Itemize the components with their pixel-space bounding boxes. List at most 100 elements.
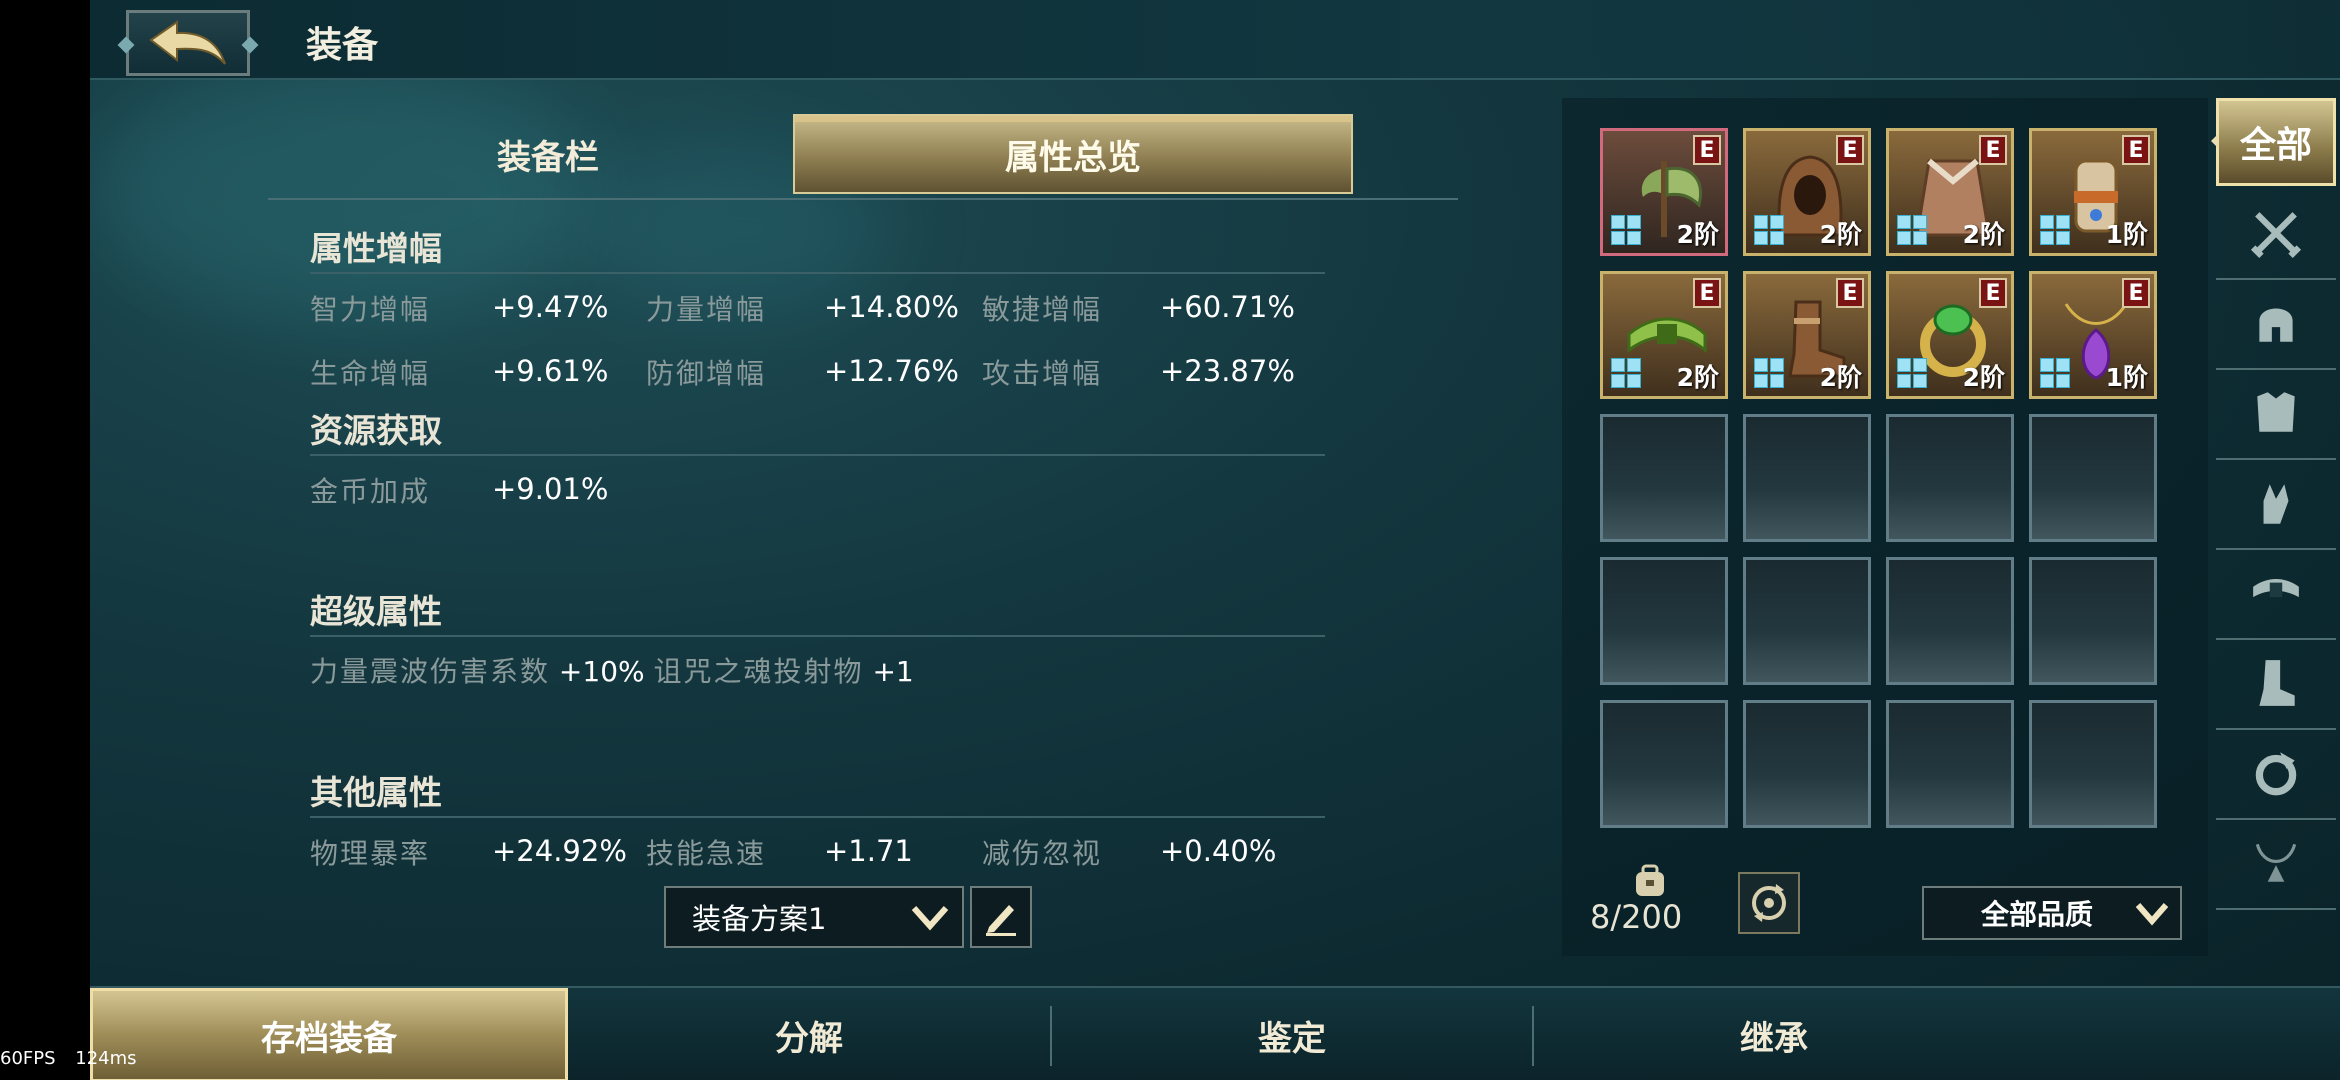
socket-dots-icon	[1897, 215, 1927, 245]
back-button[interactable]	[126, 10, 250, 76]
section-title-other: 其他属性	[310, 773, 442, 812]
stat-value: +9.01%	[492, 472, 609, 506]
inventory-empty-slot[interactable]	[1600, 414, 1728, 542]
stat-value: +9.61%	[492, 354, 609, 388]
inventory-item-slot[interactable]: E 1阶	[2029, 128, 2157, 256]
inventory-empty-slot[interactable]	[1743, 700, 1871, 828]
inventory-item-slot[interactable]: E 2阶	[1600, 128, 1728, 256]
tier-label: 2阶	[1819, 220, 1862, 249]
grade-badge: E	[1979, 135, 2007, 165]
stat-label: 敏捷增幅	[982, 293, 1103, 326]
tab-equipment-slots[interactable]: 装备栏	[268, 114, 828, 194]
tier-label: 2阶	[1819, 363, 1862, 392]
inventory-empty-slot[interactable]	[2029, 700, 2157, 828]
stat-label: 力量震波伤害系数	[310, 655, 551, 688]
stat-label: 攻击增幅	[982, 357, 1103, 390]
pencil-icon	[986, 905, 1016, 936]
crossed-swords-icon	[2250, 212, 2302, 259]
socket-dots-icon	[2040, 215, 2070, 245]
inventory-item-slot[interactable]: E 2阶	[1743, 128, 1871, 256]
helmet-icon	[2259, 308, 2293, 342]
quality-filter-select[interactable]: 全部品质	[1922, 886, 2182, 940]
refresh-icon	[1752, 884, 1786, 922]
chevron-down-icon	[2135, 903, 2169, 926]
tab-attribute-overview[interactable]: 属性总览	[793, 114, 1353, 194]
plan-select-value: 装备方案1	[692, 902, 827, 936]
grade-badge: E	[1979, 278, 2007, 308]
gauntlet-icon	[2263, 484, 2289, 524]
inventory-empty-slot[interactable]	[1600, 700, 1728, 828]
inventory-empty-slot[interactable]	[1886, 414, 2014, 542]
inventory-empty-slot[interactable]	[1743, 557, 1871, 685]
socket-dots-icon	[1754, 215, 1784, 245]
stat-label: 诅咒之魂投射物	[653, 655, 864, 688]
category-ring[interactable]	[2216, 728, 2336, 820]
inventory-item-slot[interactable]: E 2阶	[1600, 271, 1728, 399]
edit-plan-button[interactable]	[970, 886, 1032, 948]
inventory-item-slot[interactable]: E 1阶	[2029, 271, 2157, 399]
super-attribute-line: 力量震波伤害系数 +10% 诅咒之魂投射物 +1	[310, 650, 914, 690]
stat-value: +0.40%	[1160, 834, 1277, 868]
stat-value: +23.87%	[1160, 354, 1295, 388]
top-bar: 装备	[90, 0, 2340, 80]
latency-readout: 124ms	[75, 1048, 137, 1069]
stat-label: 生命增幅	[310, 357, 431, 390]
socket-dots-icon	[2040, 358, 2070, 388]
inventory-item-slot[interactable]: E 2阶	[1886, 128, 2014, 256]
grade-badge: E	[2122, 135, 2150, 165]
stat-value: +14.80%	[824, 290, 959, 324]
tier-label: 1阶	[2105, 363, 2148, 392]
category-all[interactable]: 全部	[2211, 98, 2336, 186]
socket-dots-icon	[1754, 358, 1784, 388]
category-crossed-swords[interactable]	[2216, 188, 2336, 280]
category-necklace[interactable]	[2216, 818, 2336, 910]
category-armor[interactable]	[2216, 368, 2336, 460]
auto-sort-button[interactable]	[1738, 872, 1800, 934]
inventory-item-slot[interactable]: E 2阶	[1743, 271, 1871, 399]
category-boot[interactable]	[2216, 638, 2336, 730]
inventory-empty-slot[interactable]	[1886, 557, 2014, 685]
section-title-amplify: 属性增幅	[310, 229, 442, 268]
bottom-nav: 存档装备 分解 鉴定 继承	[90, 986, 2340, 1080]
nav-identify[interactable]: 鉴定	[1052, 988, 1532, 1080]
category-helmet[interactable]	[2216, 278, 2336, 370]
belt-icon	[2253, 578, 2299, 598]
socket-dots-icon	[1897, 358, 1927, 388]
grade-badge: E	[1836, 278, 1864, 308]
nav-archive-equipment[interactable]: 存档装备	[90, 988, 568, 1080]
stat-value: +12.76%	[824, 354, 959, 388]
back-arrow-icon	[149, 20, 226, 65]
inventory-empty-slot[interactable]	[2029, 557, 2157, 685]
inventory-empty-slot[interactable]	[1886, 700, 2014, 828]
stat-value: +10%	[558, 655, 645, 688]
nav-inherit[interactable]: 继承	[1534, 988, 2014, 1080]
stat-value: +9.47%	[492, 290, 609, 324]
stat-value: +60.71%	[1160, 290, 1295, 324]
stat-label: 技能急速	[646, 837, 767, 870]
stat-label: 防御增幅	[646, 357, 767, 390]
debug-overlay: 60FPS 124ms	[0, 1048, 137, 1069]
stat-value: +1.71	[824, 834, 913, 868]
stat-label: 力量增幅	[646, 293, 767, 326]
tier-label: 2阶	[1962, 363, 2005, 392]
grade-badge: E	[1836, 135, 1864, 165]
tier-label: 2阶	[1962, 220, 2005, 249]
stat-label: 金币加成	[310, 475, 431, 508]
inventory-item-slot[interactable]: E 2阶	[1886, 271, 2014, 399]
inventory-empty-slot[interactable]	[1600, 557, 1728, 685]
bag-icon	[1636, 864, 1664, 896]
grade-badge: E	[2122, 278, 2150, 308]
armor-icon	[2257, 392, 2295, 432]
inventory-empty-slot[interactable]	[2029, 414, 2157, 542]
category-belt[interactable]	[2216, 548, 2336, 640]
tier-label: 2阶	[1676, 363, 1719, 392]
inventory-empty-slot[interactable]	[1743, 414, 1871, 542]
category-rail: 全部	[2211, 98, 2340, 956]
socket-dots-icon	[1611, 215, 1641, 245]
socket-dots-icon	[1611, 358, 1641, 388]
divider	[310, 272, 1325, 274]
fps-readout: 60FPS	[0, 1048, 56, 1069]
equipment-plan-select[interactable]: 装备方案1	[664, 886, 964, 948]
nav-dismantle[interactable]: 分解	[568, 988, 1050, 1080]
category-gauntlet[interactable]	[2216, 458, 2336, 550]
